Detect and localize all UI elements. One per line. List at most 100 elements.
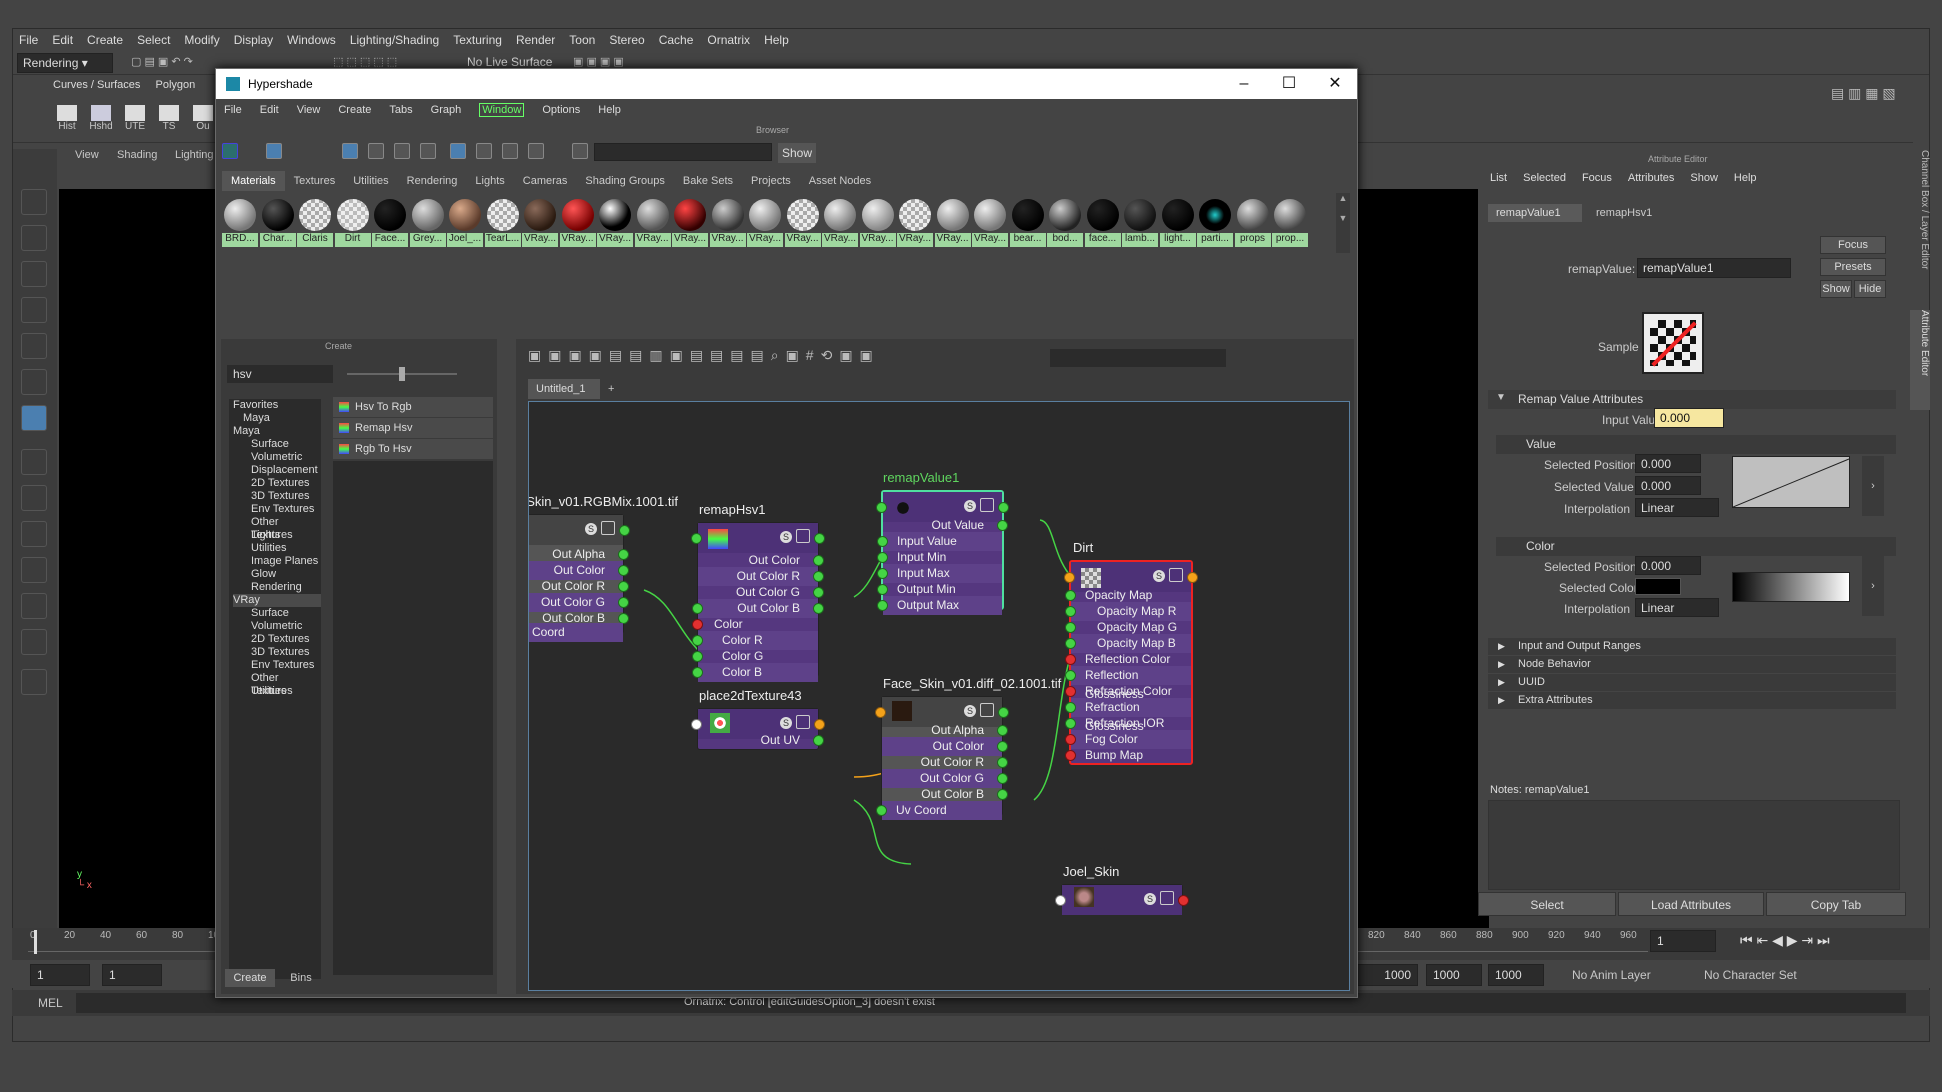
node-header-dot[interactable]	[1055, 895, 1066, 906]
node-mode-icon[interactable]: S	[964, 500, 976, 512]
menu-create[interactable]: Create	[87, 33, 123, 47]
viewport-menu-lighting[interactable]: Lighting	[175, 149, 214, 161]
port-output-dot[interactable]	[618, 565, 629, 576]
ae-menu-selected[interactable]: Selected	[1523, 172, 1566, 184]
move-tool-icon[interactable]	[21, 297, 47, 323]
result-hsv-to-rgb[interactable]: Hsv To Rgb	[333, 397, 493, 417]
browser-tab-materials[interactable]: Materials	[222, 171, 285, 191]
node-mode-icon[interactable]: S	[1144, 893, 1156, 905]
material-swatch[interactable]: light...	[1159, 197, 1196, 247]
menu-toon[interactable]: Toon	[569, 33, 595, 47]
browser-tab-cameras[interactable]: Cameras	[514, 171, 577, 191]
select-tool-icon[interactable]	[21, 189, 47, 215]
tree-item-glow[interactable]: Glow	[233, 568, 321, 581]
browser-tab-shading-groups[interactable]: Shading Groups	[576, 171, 674, 191]
port-input-dot[interactable]	[692, 651, 703, 662]
browser-tab-lights[interactable]: Lights	[466, 171, 513, 191]
tree-item-utilities[interactable]: Utilities	[233, 542, 321, 555]
script-language[interactable]: MEL	[38, 996, 63, 1010]
node-editor-toolbar-icons[interactable]: ▣▣▣▣▤▤▥▣▤▤▤▤⌕▣#⟲▣▣	[528, 347, 1088, 369]
node-header-dot[interactable]	[998, 707, 1009, 718]
port-input-dot[interactable]	[877, 584, 888, 595]
universal-manipulator-icon[interactable]	[21, 405, 47, 431]
expand-color-ramp-button[interactable]: ›	[1862, 556, 1884, 616]
node-header-dot[interactable]	[1187, 572, 1198, 583]
color-ramp[interactable]	[1732, 572, 1850, 602]
create-bottom-tab[interactable]: Create	[225, 969, 275, 987]
port-color-b[interactable]: Color B	[692, 663, 818, 682]
view-icons-icon[interactable]	[266, 143, 282, 159]
hs-menu-help[interactable]: Help	[598, 104, 621, 116]
menu-select[interactable]: Select	[137, 33, 170, 47]
maximize-icon[interactable]: ☐	[1266, 69, 1312, 99]
hide-button[interactable]: Hide	[1854, 280, 1886, 298]
menu-lighting-shading[interactable]: Lighting/Shading	[350, 33, 439, 47]
ae-menu-focus[interactable]: Focus	[1582, 172, 1612, 184]
shelf-icon-ute[interactable]: UTE	[121, 105, 149, 132]
material-swatch[interactable]: parti...	[1197, 197, 1233, 247]
browser-tab-textures[interactable]: Textures	[285, 171, 345, 191]
shelf-icon-ou[interactable]: Ou	[189, 105, 217, 132]
node-editor-search-input[interactable]	[1050, 349, 1226, 367]
sort-reverse-icon[interactable]	[528, 143, 544, 159]
copy-tab-button[interactable]: Copy Tab	[1766, 892, 1906, 916]
layout-icon[interactable]	[21, 629, 47, 655]
hs-menu-file[interactable]: File	[224, 104, 242, 116]
ae-menu-list[interactable]: List	[1490, 172, 1507, 184]
port-output-dot[interactable]	[997, 773, 1008, 784]
material-swatch[interactable]: prop...	[1272, 197, 1308, 247]
browser-search-input[interactable]	[594, 143, 772, 161]
material-swatch[interactable]: lamb...	[1122, 197, 1158, 247]
material-swatch[interactable]: Joel_...	[447, 197, 483, 247]
layout-icons[interactable]: ▤ ▥ ▦ ▧	[1831, 85, 1896, 102]
port-output-max[interactable]: Output Max	[877, 596, 1002, 615]
material-swatch[interactable]: VRay...	[559, 197, 596, 247]
value-ramp-graph[interactable]	[1732, 456, 1850, 508]
tree-item-2d-textures[interactable]: 2D Textures	[233, 477, 321, 490]
tree-item-vray[interactable]: VRay	[233, 594, 321, 607]
menu-edit[interactable]: Edit	[52, 33, 73, 47]
port-input-dot[interactable]	[877, 536, 888, 547]
port-input-dot[interactable]	[692, 603, 703, 614]
tree-item-3d-textures[interactable]: 3D Textures	[233, 490, 321, 503]
tree-item-image-planes[interactable]: Image Planes	[233, 555, 321, 568]
menu-help[interactable]: Help	[764, 33, 789, 47]
port-out-uv[interactable]: Out UV	[698, 731, 824, 750]
material-swatch[interactable]: VRay...	[709, 197, 746, 247]
port-output-dot[interactable]	[997, 725, 1008, 736]
node-mode-icon[interactable]: S	[780, 531, 792, 543]
material-swatch[interactable]: VRay...	[784, 197, 821, 247]
sort-type-icon[interactable]	[476, 143, 492, 159]
material-swatch[interactable]: Char...	[259, 197, 296, 247]
tree-item-surface[interactable]: Surface	[233, 607, 321, 620]
material-swatch[interactable]: VRay...	[859, 197, 896, 247]
browser-tab-projects[interactable]: Projects	[742, 171, 800, 191]
menu-modify[interactable]: Modify	[184, 33, 219, 47]
shelf-tab-polygon[interactable]: Polygon	[155, 79, 195, 91]
port-input-dot[interactable]	[692, 667, 703, 678]
create-search-input[interactable]: hsv	[227, 365, 333, 383]
focus-button[interactable]: Focus	[1820, 236, 1886, 254]
result-remap-hsv[interactable]: Remap Hsv	[333, 418, 493, 438]
side-by-side-icon[interactable]	[21, 521, 47, 547]
tree-item-volumetric[interactable]: Volumetric	[233, 620, 321, 633]
port-input-dot[interactable]	[1065, 670, 1076, 681]
tree-item-2d-textures[interactable]: 2D Textures	[233, 633, 321, 646]
section-color[interactable]: Color	[1496, 537, 1896, 556]
close-icon[interactable]: ✕	[1312, 69, 1358, 99]
material-swatch[interactable]: bear...	[1009, 197, 1046, 247]
tree-item-maya[interactable]: Maya	[233, 425, 321, 438]
range-end-field[interactable]: 1000	[1352, 964, 1418, 986]
tree-item-lights[interactable]: Lights	[233, 529, 321, 542]
size-medium-icon[interactable]	[368, 143, 384, 159]
node-list-icon[interactable]	[601, 521, 615, 535]
section-input-and-output-ranges[interactable]: ▶ Input and Output Ranges	[1488, 638, 1896, 655]
playback-buttons[interactable]: ⏮ ⇤ ◀ ▶ ⇥ ⏭	[1740, 932, 1830, 949]
node-list-icon[interactable]	[796, 529, 810, 543]
current-frame-field[interactable]: 1	[1650, 930, 1716, 952]
current-time-marker[interactable]	[34, 930, 37, 954]
section-uuid[interactable]: ▶ UUID	[1488, 674, 1896, 691]
port-output-dot[interactable]	[997, 741, 1008, 752]
hs-menu-edit[interactable]: Edit	[260, 104, 279, 116]
port-uv-coord[interactable]: Uv Coord	[876, 801, 1002, 820]
